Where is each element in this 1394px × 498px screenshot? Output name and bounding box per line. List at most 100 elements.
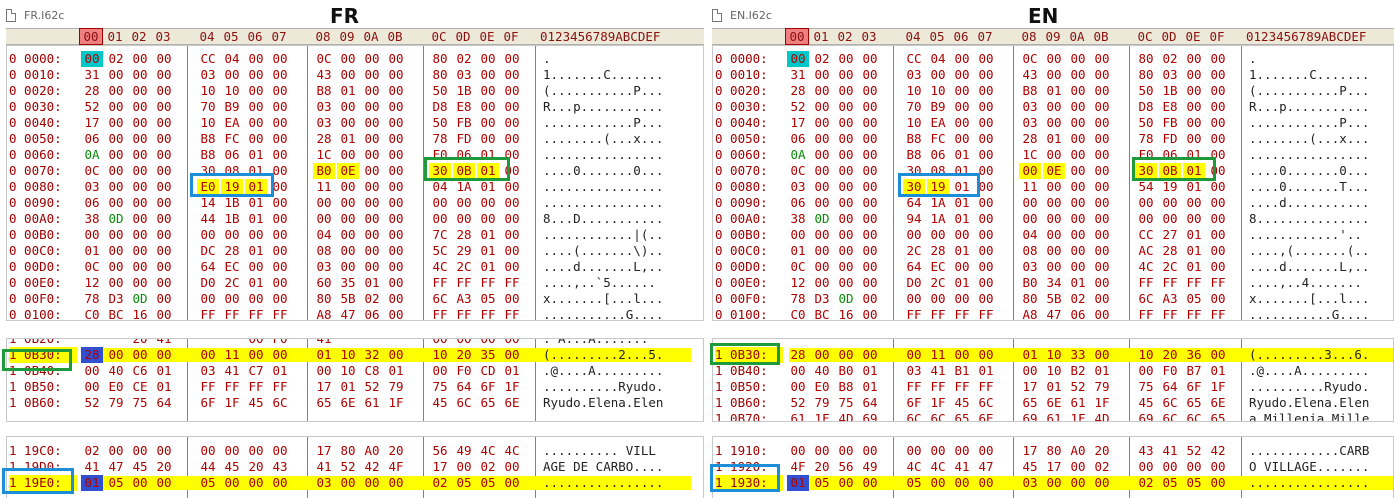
ascii-text[interactable]: ...........G....: [1249, 307, 1369, 320]
hex-byte[interactable]: 65: [951, 411, 973, 421]
hex-byte[interactable]: 00: [1207, 99, 1229, 115]
hex-byte[interactable]: 78: [787, 291, 809, 307]
hex-byte[interactable]: 6C: [1135, 291, 1157, 307]
ascii-text[interactable]: ....d...........: [1249, 195, 1369, 211]
hex-row[interactable]: 1 19D0: 41 47 45 20 44 45 20 43 41 52 42 4F 17 00 02 00 A…: [7, 459, 703, 475]
hex-byte[interactable]: 00: [245, 347, 267, 363]
hex-row[interactable]: 1 0B60: 52 79 75 64 6F 1F 45 6C 65 6E 61 1F 45 6C 65 6E R…: [713, 395, 1393, 411]
hex-byte[interactable]: 00: [1183, 99, 1205, 115]
hex-byte[interactable]: 01: [951, 163, 973, 179]
hex-byte[interactable]: 11: [221, 347, 243, 363]
hex-byte[interactable]: 20: [1159, 347, 1181, 363]
hex-byte[interactable]: 00: [153, 195, 175, 211]
hex-row[interactable]: 0 0090: 06 00 00 00 64 1A 01 00 00 00 00 00 00 00 00 00.…: [713, 195, 1393, 211]
hex-byte[interactable]: D3: [811, 291, 833, 307]
hex-byte[interactable]: 78: [1135, 131, 1157, 147]
hex-byte[interactable]: 28: [453, 227, 475, 243]
hex-byte[interactable]: 00: [129, 67, 151, 83]
hex-byte[interactable]: 00: [501, 83, 523, 99]
hex-byte[interactable]: 01: [477, 147, 499, 163]
hex-byte[interactable]: B0: [835, 363, 857, 379]
hex-byte[interactable]: CC: [197, 51, 219, 67]
hex-byte[interactable]: B0: [1019, 275, 1041, 291]
hex-byte[interactable]: 6F: [1183, 379, 1205, 395]
ascii-text[interactable]: ....d.......L,..: [1249, 259, 1369, 275]
hex-byte[interactable]: 03: [787, 179, 809, 195]
hex-byte[interactable]: 0B: [1159, 163, 1181, 179]
hex-byte[interactable]: 05: [477, 291, 499, 307]
hex-byte[interactable]: 00: [477, 115, 499, 131]
ascii-text[interactable]: ............|(..: [543, 227, 663, 243]
hex-row[interactable]: 1 0B30: 28 00 00 00 00 11 00 00 01 10 33 00 10 20 36 00(…: [713, 347, 1393, 363]
hex-row[interactable]: 1 0B30: 28 00 00 00 00 11 00 00 01 10 32 00 10 20 35 00(…: [7, 347, 703, 363]
hex-byte[interactable]: BC: [811, 307, 833, 320]
hex-byte[interactable]: 00: [361, 67, 383, 83]
hex-byte[interactable]: FF: [197, 379, 219, 395]
hex-byte[interactable]: 00: [385, 131, 407, 147]
hex-byte[interactable]: 30: [197, 163, 219, 179]
hex-byte[interactable]: 00: [313, 211, 335, 227]
hex-byte[interactable]: 00: [1091, 131, 1113, 147]
hex-byte[interactable]: 00: [105, 147, 127, 163]
hex-row[interactable]: 0 00B0: 00 00 00 00 00 00 00 00 04 00 00 00 CC 27 01 00.…: [713, 227, 1393, 243]
hex-byte[interactable]: 00: [1043, 99, 1065, 115]
hex-byte[interactable]: 00: [153, 147, 175, 163]
hex-byte[interactable]: 00: [975, 291, 997, 307]
hex-byte[interactable]: 80: [1019, 291, 1041, 307]
hex-byte[interactable]: 00: [245, 115, 267, 131]
hex-byte[interactable]: 01: [501, 363, 523, 379]
hex-byte[interactable]: 1B: [221, 195, 243, 211]
hex-byte[interactable]: 00: [245, 99, 267, 115]
hex-byte[interactable]: 64: [453, 379, 475, 395]
hex-byte[interactable]: 00: [1183, 195, 1205, 211]
hex-byte[interactable]: 00: [477, 99, 499, 115]
hex-byte[interactable]: 00: [1043, 115, 1065, 131]
hex-byte[interactable]: 00: [385, 195, 407, 211]
hex-byte[interactable]: 2C: [1159, 259, 1181, 275]
hex-byte[interactable]: 00: [951, 443, 973, 459]
hex-byte[interactable]: 05: [903, 475, 925, 491]
hex-byte[interactable]: 64: [903, 195, 925, 211]
hex-byte[interactable]: 00: [903, 443, 925, 459]
hex-byte[interactable]: 00: [501, 291, 523, 307]
hex-byte[interactable]: FD: [453, 131, 475, 147]
hex-byte[interactable]: 01: [477, 179, 499, 195]
hex-row[interactable]: 0 0070: 0C 00 00 00 30 08 01 00 00 0E 00 00 30 0B 01 00.…: [713, 163, 1393, 179]
hex-byte[interactable]: 17: [81, 115, 103, 131]
hex-byte[interactable]: 00: [153, 307, 175, 320]
hex-byte[interactable]: FF: [453, 275, 475, 291]
hex-byte[interactable]: FF: [221, 379, 243, 395]
hex-byte[interactable]: 29: [453, 243, 475, 259]
hex-byte[interactable]: 00: [337, 99, 359, 115]
hex-byte[interactable]: 00: [859, 147, 881, 163]
hex-byte[interactable]: 00: [269, 275, 291, 291]
hex-byte[interactable]: EA: [221, 115, 243, 131]
hex-byte[interactable]: 03: [1159, 67, 1181, 83]
hex-byte[interactable]: 00: [269, 475, 291, 491]
hex-byte[interactable]: 00: [1043, 475, 1065, 491]
hex-byte[interactable]: 08: [313, 243, 335, 259]
hex-byte[interactable]: 00: [385, 179, 407, 195]
hex-byte[interactable]: 00: [1183, 131, 1205, 147]
hex-byte[interactable]: 47: [1043, 307, 1065, 320]
hex-byte[interactable]: 00: [153, 179, 175, 195]
hex-byte[interactable]: 1B: [453, 83, 475, 99]
hex-byte[interactable]: 00: [835, 275, 857, 291]
hex-byte[interactable]: 00: [429, 363, 451, 379]
hex-byte[interactable]: 00: [859, 227, 881, 243]
hex-byte[interactable]: 05: [811, 475, 833, 491]
hex-byte[interactable]: 01: [337, 131, 359, 147]
hex-byte[interactable]: 00: [361, 475, 383, 491]
hex-byte[interactable]: 52: [1067, 379, 1089, 395]
hex-byte[interactable]: 06: [1067, 307, 1089, 320]
hex-row[interactable]: 0 00A0: 38 0D 00 00 44 1B 01 00 00 00 00 00 00 00 00 00 8…: [7, 211, 703, 227]
hex-byte[interactable]: 00: [153, 99, 175, 115]
hex-byte[interactable]: 00: [385, 475, 407, 491]
hex-byte[interactable]: 5B: [1043, 291, 1065, 307]
hex-byte[interactable]: 00: [975, 83, 997, 99]
hex-byte[interactable]: 1C: [1019, 147, 1041, 163]
hex-byte[interactable]: 69: [1019, 411, 1041, 421]
ascii-text[interactable]: ............CARB: [1249, 443, 1369, 459]
hex-byte[interactable]: 45: [1019, 459, 1041, 475]
hex-byte[interactable]: 50: [429, 115, 451, 131]
